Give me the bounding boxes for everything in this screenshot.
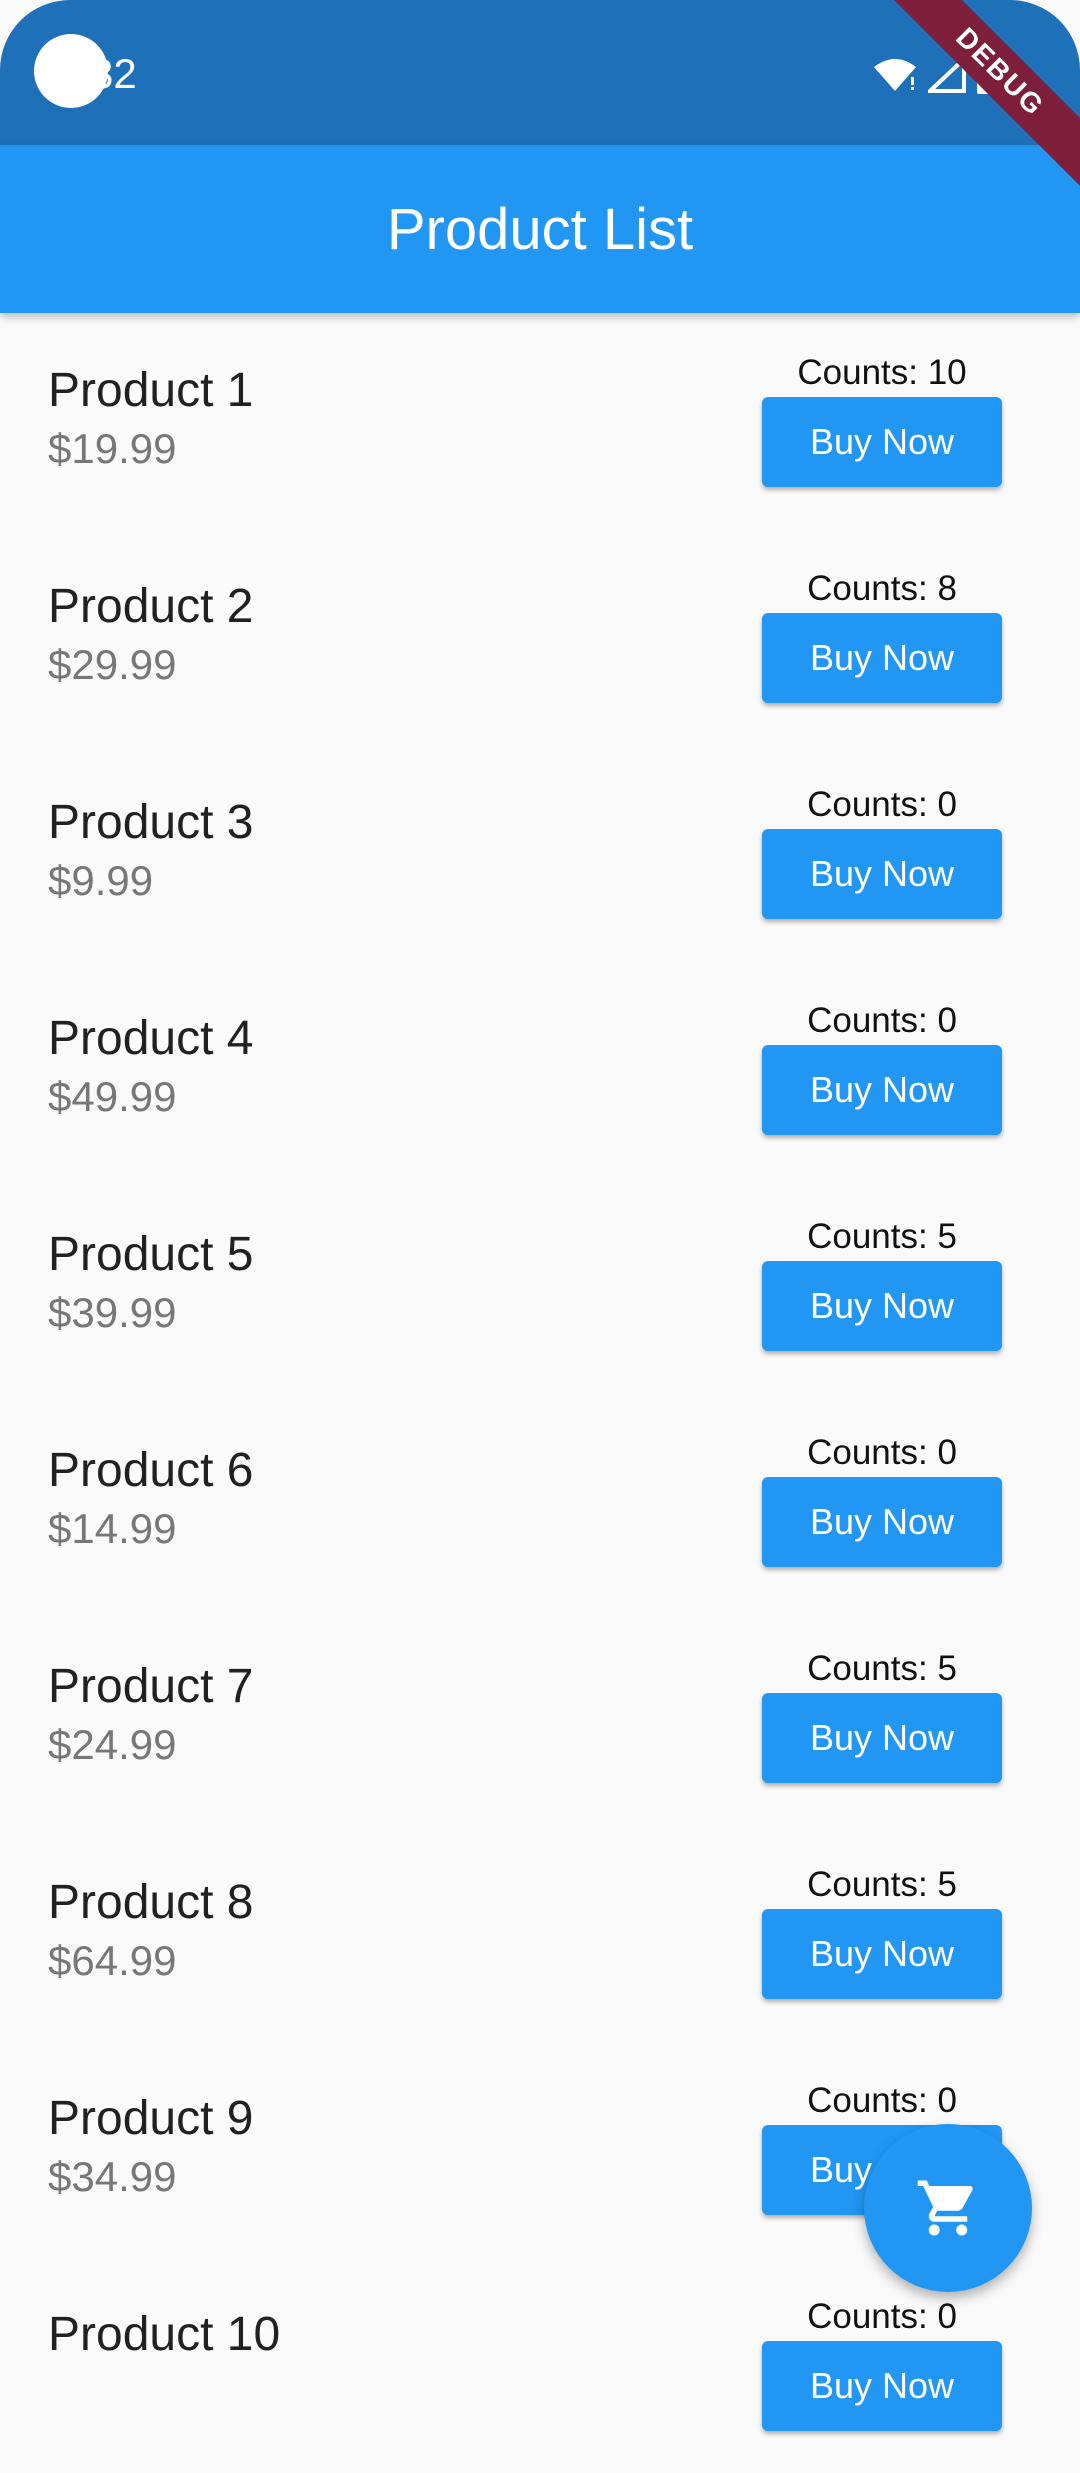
product-counts: Counts: 5 (807, 1649, 957, 1688)
product-price: $29.99 (48, 641, 177, 688)
product-name: Product 3 (48, 796, 254, 849)
product-name: Product 8 (48, 1876, 254, 1929)
product-name: Product 2 (48, 580, 254, 633)
product-price: $39.99 (48, 1289, 177, 1336)
product-row: Product 7 $24.99 Counts: 5 Buy Now (0, 1609, 1080, 1825)
buy-now-button[interactable]: Buy Now (762, 2341, 1002, 2431)
product-row: Product 10 Counts: 0 Buy Now (0, 2257, 1080, 2473)
product-counts: Counts: 0 (807, 2297, 957, 2336)
cart-fab-button[interactable] (864, 2124, 1032, 2292)
product-row: Product 3 $9.99 Counts: 0 Buy Now (0, 745, 1080, 961)
buy-now-button[interactable]: Buy Now (762, 1693, 1002, 1783)
product-counts: Counts: 8 (807, 569, 957, 608)
product-row: Product 1 $19.99 Counts: 10 Buy Now (0, 313, 1080, 529)
buy-now-button[interactable]: Buy Now (762, 1909, 1002, 1999)
product-price: $34.99 (48, 2153, 177, 2200)
product-counts: Counts: 0 (807, 2081, 957, 2120)
product-name: Product 6 (48, 1444, 254, 1497)
product-counts: Counts: 0 (807, 785, 957, 824)
product-name: Product 4 (48, 1012, 254, 1065)
product-price: $19.99 (48, 425, 177, 472)
product-counts: Counts: 10 (797, 353, 967, 392)
product-counts: Counts: 0 (807, 1433, 957, 1472)
product-price: $14.99 (48, 1505, 177, 1552)
status-time: 32 (90, 50, 137, 97)
buy-now-button[interactable]: Buy Now (762, 613, 1002, 703)
buy-now-button[interactable]: Buy Now (762, 1477, 1002, 1567)
product-row: Product 6 $14.99 Counts: 0 Buy Now (0, 1393, 1080, 1609)
product-counts: Counts: 5 (807, 1217, 957, 1256)
product-name: Product 5 (48, 1228, 254, 1281)
product-price: $9.99 (48, 857, 154, 904)
product-name: Product 7 (48, 1660, 254, 1713)
product-name: Product 9 (48, 2092, 254, 2145)
buy-now-button[interactable]: Buy Now (762, 397, 1002, 487)
product-row: Product 5 $39.99 Counts: 5 Buy Now (0, 1177, 1080, 1393)
product-price: $64.99 (48, 1937, 177, 1984)
cart-icon (917, 2180, 973, 2236)
buy-now-button[interactable]: Buy Now (762, 1261, 1002, 1351)
product-counts: Counts: 5 (807, 1865, 957, 1904)
product-counts: Counts: 0 (807, 1001, 957, 1040)
product-name: Product 1 (48, 364, 254, 417)
buy-now-button[interactable]: Buy Now (762, 1045, 1002, 1135)
product-row: Product 8 $64.99 Counts: 5 Buy Now (0, 1825, 1080, 2041)
product-name: Product 10 (48, 2308, 281, 2361)
wifi-icon (874, 59, 916, 91)
product-price: $24.99 (48, 1721, 177, 1768)
buy-now-button[interactable]: Buy Now (762, 829, 1002, 919)
product-row: Product 4 $49.99 Counts: 0 Buy Now (0, 961, 1080, 1177)
page-title: Product List (386, 196, 694, 262)
app-bar: Product List (0, 145, 1080, 313)
product-row: Product 2 $29.99 Counts: 8 Buy Now (0, 529, 1080, 745)
product-price: $49.99 (48, 1073, 177, 1120)
